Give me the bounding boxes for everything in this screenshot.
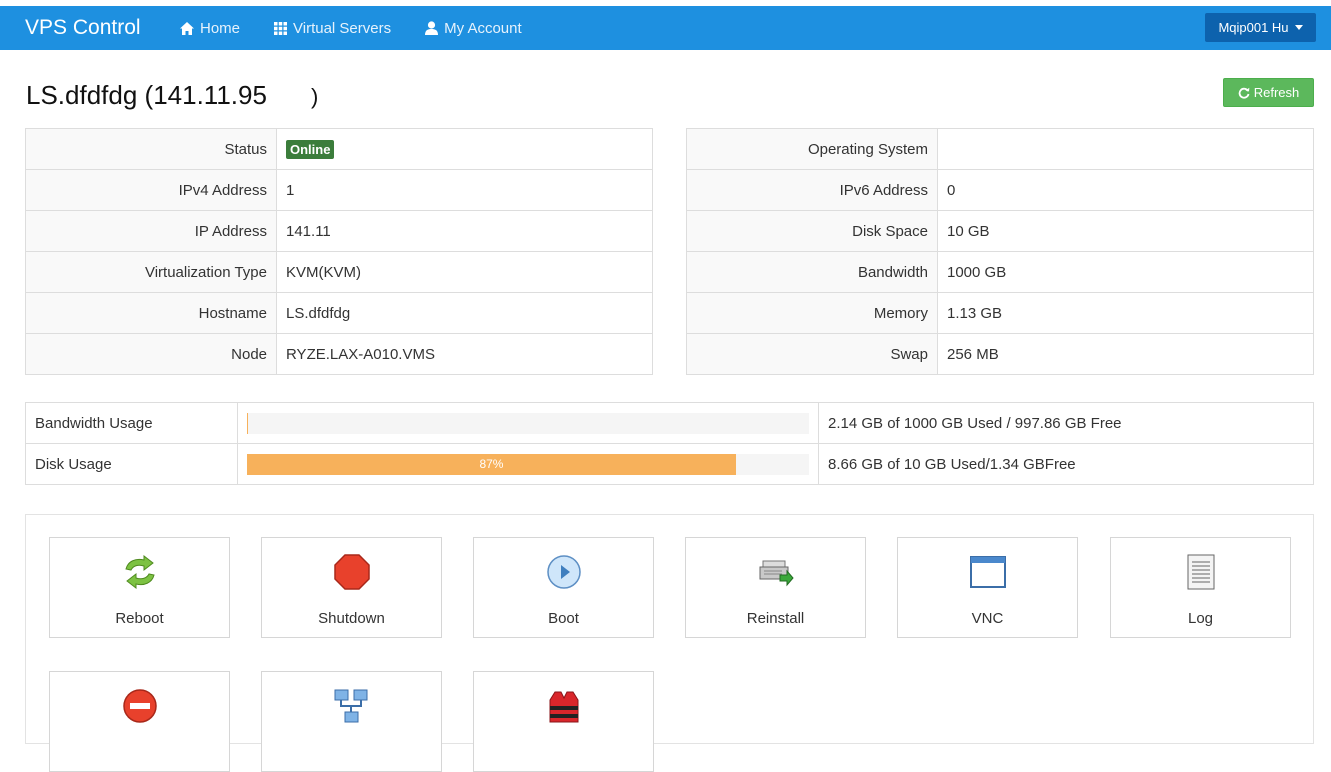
resource-info-table: Operating System IPv6 Address 0 Disk Spa… [686,128,1314,375]
info-label: IPv4 Address [25,169,277,211]
window-icon [969,556,1006,588]
usage-row-disk: Disk Usage 87% 8.66 GB of 10 GB Used/1.3… [25,443,1314,485]
network-icon [334,689,367,723]
info-value: 1000 GB [937,251,1314,293]
user-name: Mqip001 Hu [1218,20,1289,35]
info-label: Operating System [686,128,938,170]
info-row-status: Status Online [25,128,653,170]
usage-label: Bandwidth Usage [25,402,238,444]
info-value: Online [276,128,653,170]
status-badge: Online [286,139,335,159]
bandwidth-progress-fill [247,412,249,434]
refresh-icon [1238,87,1250,99]
info-value: 1 [276,169,653,211]
page-title: LS.dfdfdg (141.11.95) [26,80,318,111]
actions-panel: Reboot Shutdown Boot Reinstall VNC Log [25,514,1314,772]
info-value: RYZE.LAX-A010.VMS [276,333,653,375]
vnc-button[interactable]: VNC [897,537,1078,638]
info-label: IPv6 Address [686,169,938,211]
disk-progress-fill: 87% [247,453,736,475]
info-label: Swap [686,333,938,375]
action-label: Log [1187,610,1214,627]
info-row-ip: IP Address 141.11 [25,210,653,252]
nav-my-account-label: My Account [444,19,522,37]
grid-icon [274,21,288,35]
page-title-end: ) [310,84,319,109]
suspend-button[interactable] [49,671,230,772]
reboot-button[interactable]: Reboot [49,537,230,638]
bandwidth-progress-bar [247,412,809,434]
rescue-button[interactable] [473,671,654,772]
reboot-icon [124,555,155,589]
usage-table: Bandwidth Usage 2.14 GB of 1000 GB Used … [25,402,1314,485]
info-value: 0 [937,169,1314,211]
navbar: VPS Control Home Virtual Servers My Acco… [0,6,1331,50]
info-row-os: Operating System [686,128,1314,170]
info-row-swap: Swap 256 MB [686,333,1314,375]
info-row-hostname: Hostname LS.dfdfdg [25,292,653,334]
page-title-text: LS.dfdfdg (141.11.95 [26,80,267,110]
usage-text: 8.66 GB of 10 GB Used/1.34 GBFree [818,443,1314,485]
log-icon [1187,554,1214,590]
nav-my-account[interactable]: My Account [425,20,522,37]
info-row-node: Node RYZE.LAX-A010.VMS [25,333,653,375]
info-row-ipv6: IPv6 Address 0 [686,169,1314,211]
usage-bar-cell: 87% [237,443,819,485]
info-label: Disk Space [686,210,938,252]
action-label: Boot [548,610,579,627]
info-value: LS.dfdfdg [276,292,653,334]
info-label: IP Address [25,210,277,252]
info-value: KVM(KVM) [276,251,653,293]
info-value: 141.11 [276,210,653,252]
user-menu-button[interactable]: Mqip001 Hu [1205,13,1316,42]
lifejacket-icon [549,691,578,723]
brand-logo[interactable]: VPS Control [25,16,180,40]
boot-button[interactable]: Boot [473,537,654,638]
user-icon [425,21,439,35]
reinstall-icon [759,560,794,587]
home-icon [180,21,194,35]
info-value: 256 MB [937,333,1314,375]
stop-icon [333,554,370,590]
no-entry-icon [122,689,157,723]
info-row-bandwidth: Bandwidth 1000 GB [686,251,1314,293]
info-label: Node [25,333,277,375]
info-row-virtualization: Virtualization Type KVM(KVM) [25,251,653,293]
play-icon [546,555,581,589]
nav-virtual-servers[interactable]: Virtual Servers [274,20,391,37]
nav-virtual-servers-label: Virtual Servers [293,19,392,37]
info-row-disk-space: Disk Space 10 GB [686,210,1314,252]
action-label: Reboot [115,610,164,627]
reinstall-button[interactable]: Reinstall [685,537,866,638]
info-label: Memory [686,292,938,334]
nav-home[interactable]: Home [180,20,240,37]
usage-row-bandwidth: Bandwidth Usage 2.14 GB of 1000 GB Used … [25,402,1314,444]
info-value: 1.13 GB [937,292,1314,334]
info-label: Virtualization Type [25,251,277,293]
action-label: Shutdown [318,610,385,627]
disk-progress-bar: 87% [247,453,809,475]
info-value [937,128,1314,170]
info-label: Hostname [25,292,277,334]
nav-home-label: Home [200,19,241,37]
usage-bar-cell [237,402,819,444]
usage-text: 2.14 GB of 1000 GB Used / 997.86 GB Free [818,402,1314,444]
refresh-button[interactable]: Refresh [1223,78,1314,107]
network-button[interactable] [261,671,442,772]
info-row-memory: Memory 1.13 GB [686,292,1314,334]
info-value: 10 GB [937,210,1314,252]
shutdown-button[interactable]: Shutdown [261,537,442,638]
action-label: VNC [971,610,1004,627]
refresh-label: Refresh [1253,85,1300,100]
server-info-table: Status Online IPv4 Address 1 IP Address … [25,128,653,375]
log-button[interactable]: Log [1110,537,1291,638]
info-label: Bandwidth [686,251,938,293]
usage-label: Disk Usage [25,443,238,485]
info-row-ipv4: IPv4 Address 1 [25,169,653,211]
caret-down-icon [1294,25,1303,30]
info-label: Status [25,128,277,170]
action-label: Reinstall [746,610,805,627]
